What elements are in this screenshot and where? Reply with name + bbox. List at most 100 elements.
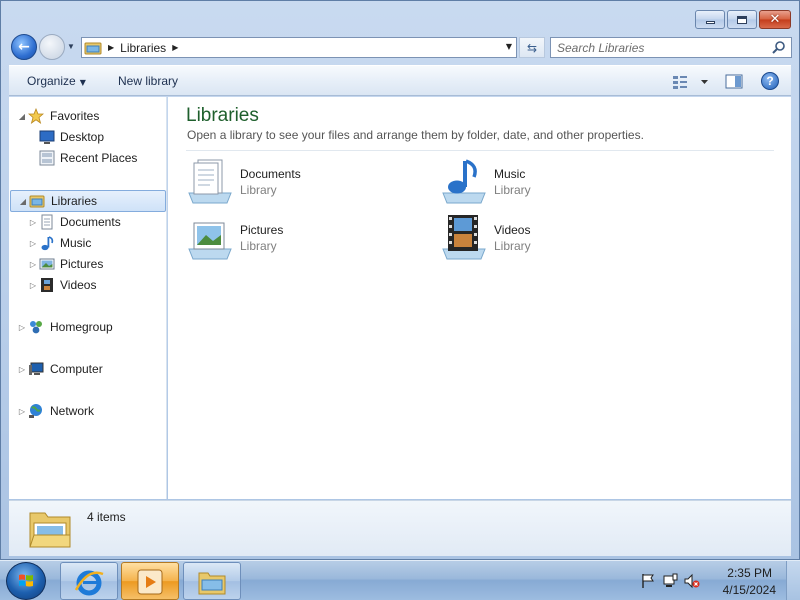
library-tile-documents[interactable]: Documents Library (186, 157, 416, 209)
windows-logo-icon (19, 574, 33, 587)
library-name: Pictures (240, 223, 284, 237)
tree-label-libraries: Libraries (51, 194, 98, 208)
network-status-icon[interactable] (662, 573, 678, 589)
collapse-icon[interactable]: ◢ (17, 111, 27, 121)
tree-item-homegroup[interactable]: ▷ Homegroup (9, 316, 166, 338)
libraries-folder-icon (29, 512, 71, 548)
taskbar-media-player[interactable] (121, 562, 179, 600)
tree-item-videos[interactable]: ▷ Videos (9, 274, 166, 296)
taskbar-internet-explorer[interactable] (60, 562, 118, 600)
minimize-icon (705, 21, 715, 24)
action-center-flag-icon[interactable] (640, 573, 656, 589)
help-button[interactable]: ? (761, 72, 779, 90)
forward-button[interactable] (39, 34, 65, 60)
homegroup-icon (30, 321, 42, 334)
navigation-pane: ◢ Favorites Desktop Recent Places ◢ Libr… (9, 97, 167, 499)
expand-icon[interactable]: ▷ (17, 364, 27, 374)
maximize-button[interactable] (727, 10, 757, 29)
title-bar[interactable]: ✕ (1, 1, 799, 31)
clock-time[interactable]: 2:35 PM (727, 566, 772, 580)
tree-label-recent-places: Recent Places (60, 151, 138, 165)
tree-item-pictures[interactable]: ▷ Pictures (9, 253, 166, 275)
library-type: Library (494, 239, 531, 253)
maximize-icon (737, 15, 747, 24)
page-subtitle: Open a library to see your files and arr… (187, 128, 644, 142)
expand-icon[interactable]: ▷ (17, 406, 27, 416)
change-view-button[interactable] (671, 73, 711, 90)
close-button[interactable]: ✕ (759, 10, 791, 29)
libraries-folder-icon (29, 195, 45, 208)
page-title: Libraries (186, 105, 259, 126)
divider (186, 150, 774, 151)
taskbar: 2:35 PM 4/15/2024 (0, 560, 800, 600)
volume-muted-icon[interactable] (684, 573, 700, 589)
documents-library-icon (188, 159, 232, 204)
start-button[interactable] (6, 562, 46, 600)
back-button[interactable]: ← (11, 34, 37, 60)
organize-label: Organize (27, 74, 76, 88)
breadcrumb-libraries[interactable]: Libraries (120, 41, 166, 55)
library-tile-music[interactable]: Music Library (440, 157, 670, 209)
tree-item-computer[interactable]: ▷ Computer (9, 358, 166, 380)
show-desktop-button[interactable] (786, 561, 800, 600)
pictures-library-icon (188, 222, 232, 260)
command-bar: Organize ▼ New library ? (9, 65, 791, 96)
explorer-window: ✕ ← ▼ ▶ Libraries ▶ ▼ ⇆ Search Libraries… (0, 0, 800, 560)
expand-icon[interactable]: ▷ (28, 280, 38, 290)
refresh-button[interactable]: ⇆ (519, 37, 545, 58)
library-name: Documents (240, 167, 301, 181)
library-type: Library (240, 239, 277, 253)
expand-icon[interactable]: ▷ (28, 238, 38, 248)
expand-icon[interactable]: ▷ (28, 217, 38, 227)
search-box (550, 37, 792, 58)
system-tray: 2:35 PM 4/15/2024 (630, 561, 800, 600)
preview-pane-button[interactable] (725, 73, 743, 90)
collapse-icon[interactable]: ◢ (18, 196, 28, 206)
library-tile-videos[interactable]: Videos Library (440, 213, 670, 265)
library-type: Library (240, 183, 277, 197)
library-type: Library (494, 183, 531, 197)
organize-button[interactable]: Organize ▼ (27, 74, 86, 88)
computer-icon (29, 362, 44, 375)
item-count: 4 items (87, 510, 126, 524)
address-dropdown-icon[interactable]: ▼ (506, 42, 512, 51)
clock-date[interactable]: 4/15/2024 (723, 583, 776, 597)
star-icon (28, 108, 44, 124)
network-icon (29, 404, 42, 418)
library-name: Music (494, 167, 526, 181)
expand-icon[interactable]: ▷ (28, 259, 38, 269)
internet-explorer-icon (74, 570, 104, 596)
tree-item-network[interactable]: ▷ Network (9, 400, 166, 422)
navigation-row: ← ▼ ▶ Libraries ▶ ▼ ⇆ (1, 33, 799, 61)
tree-item-favorites[interactable]: ◢ Favorites (9, 105, 166, 127)
breadcrumb-separator-icon[interactable]: ▶ (108, 43, 114, 52)
taskbar-windows-explorer[interactable] (183, 562, 241, 600)
music-note-icon (41, 236, 54, 251)
window-controls: ✕ (695, 10, 791, 29)
tree-label-music: Music (60, 236, 92, 250)
tree-item-documents[interactable]: ▷ Documents (9, 211, 166, 233)
expand-icon[interactable]: ▷ (17, 322, 27, 332)
new-library-button[interactable]: New library (118, 74, 178, 88)
libraries-folder-icon (84, 42, 102, 54)
search-icon[interactable] (771, 40, 787, 56)
tree-item-desktop[interactable]: Desktop (9, 126, 166, 148)
minimize-button[interactable] (695, 10, 725, 29)
tree-label-computer: Computer (50, 362, 103, 376)
windows-explorer-icon (198, 572, 226, 595)
tree-item-recent-places[interactable]: Recent Places (9, 147, 166, 169)
media-player-icon (137, 569, 163, 595)
tree-label-homegroup: Homegroup (50, 320, 113, 334)
details-pane: 4 items (9, 500, 791, 556)
tree-item-music[interactable]: ▷ Music (9, 232, 166, 254)
recent-pages-dropdown-icon[interactable]: ▼ (67, 42, 77, 52)
tree-item-libraries[interactable]: ◢ Libraries (10, 190, 166, 212)
search-input[interactable] (557, 40, 767, 55)
library-tile-pictures[interactable]: Pictures Library (186, 213, 416, 265)
address-bar[interactable]: ▶ Libraries ▶ ▼ (81, 37, 517, 58)
breadcrumb-separator-icon[interactable]: ▶ (172, 43, 178, 52)
tree-label-desktop: Desktop (60, 130, 105, 144)
close-icon: ✕ (769, 12, 781, 27)
recent-places-icon (39, 150, 55, 166)
documents-icon (41, 214, 53, 230)
